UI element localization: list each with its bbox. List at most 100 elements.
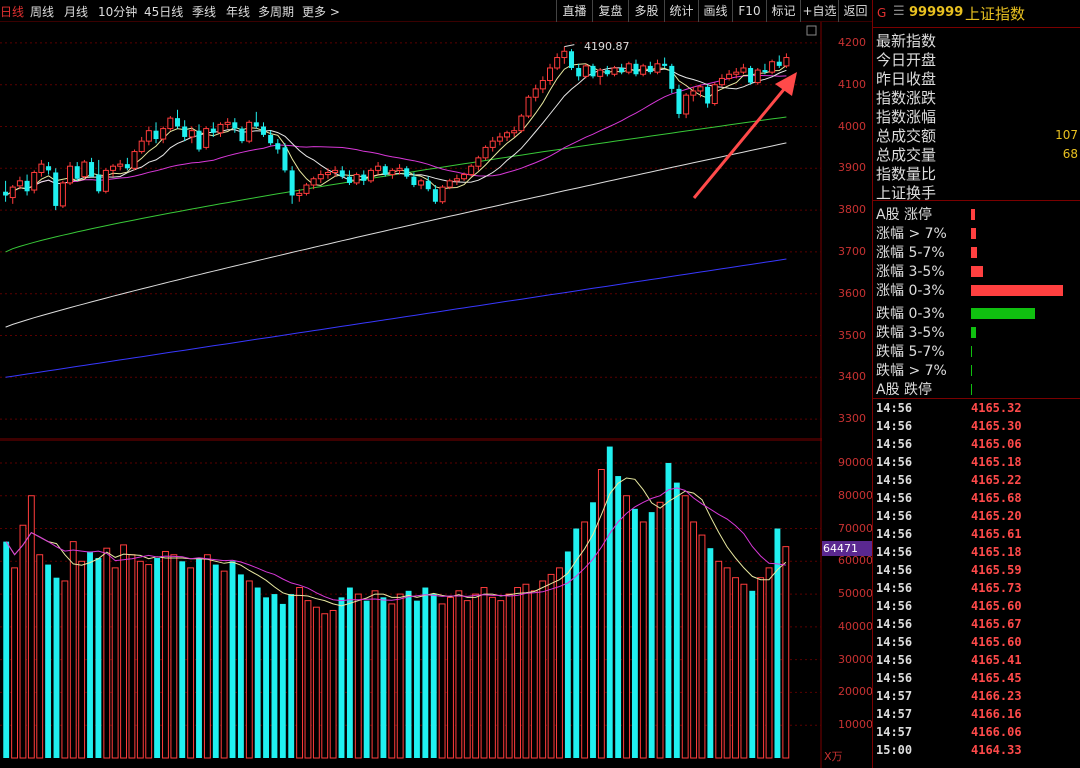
candle-body-down <box>339 170 345 177</box>
candle-body-up <box>769 61 776 73</box>
volume-bar-up <box>145 564 153 759</box>
stat-row: 最新指数 <box>876 30 1080 51</box>
candle-body-down <box>182 126 188 137</box>
volume-tick-label: 30000 <box>838 652 873 666</box>
volume-tick-label: 90000 <box>838 455 873 469</box>
tick-price: 4165.61 <box>971 527 1022 541</box>
price-tick-label: 3300 <box>838 412 866 426</box>
candle-body-up <box>375 165 382 171</box>
volume-bar-down <box>154 558 161 758</box>
tick-price: 4164.33 <box>971 743 1022 757</box>
volume-bar-up <box>388 603 396 759</box>
candle-body-down <box>175 118 181 127</box>
toolbar-button[interactable]: 画线 <box>698 0 732 22</box>
volume-bar-down <box>414 600 420 758</box>
candle-body-up <box>754 69 761 84</box>
toolbar-button[interactable]: 多股 <box>628 0 664 22</box>
candle-body-down <box>289 170 295 196</box>
volume-bar-up <box>782 546 790 759</box>
toolbar-button[interactable]: 标记 <box>766 0 800 22</box>
candle-body-down <box>239 128 245 142</box>
volume-tick-label: 20000 <box>838 685 873 699</box>
candle-body-down <box>662 63 668 66</box>
candlestick-chart[interactable] <box>0 22 822 440</box>
volume-bar-down <box>237 574 244 758</box>
distribution-label: A股 涨停 <box>876 207 933 223</box>
volume-bar-down <box>212 564 219 758</box>
candle-body-up <box>504 132 511 138</box>
symbol-header: G ☰ 999999 上证指数 <box>873 0 1080 28</box>
tick-time: 14:56 <box>876 473 913 487</box>
tick-price: 4165.60 <box>971 599 1022 613</box>
period-tab[interactable]: 周线 <box>30 3 54 20</box>
symbol-code: 999999 <box>909 5 964 20</box>
candle-body-down <box>3 191 9 196</box>
candle-body-down <box>275 143 281 150</box>
candle-body-down <box>619 67 625 73</box>
period-tab[interactable]: 多周期 <box>258 3 294 20</box>
distribution-bar <box>971 346 972 357</box>
candle-body-up <box>640 65 647 75</box>
period-tab[interactable]: 月线 <box>64 3 88 20</box>
tick-price: 4165.67 <box>971 617 1022 631</box>
candle-body-up <box>496 136 503 142</box>
distribution-bar <box>971 384 972 395</box>
volume-bar-up <box>505 593 513 759</box>
candle-body-up <box>582 65 589 77</box>
volume-bar-up <box>220 570 228 759</box>
volume-bar-down <box>87 551 93 758</box>
volume-bar-up <box>698 534 706 759</box>
volume-bar-up <box>111 567 119 759</box>
volume-bar-up <box>36 554 44 759</box>
tick-price: 4165.06 <box>971 437 1022 451</box>
volume-bar-down <box>665 462 672 758</box>
period-tab[interactable]: 更多 > <box>302 3 340 20</box>
candle-body-down <box>669 65 675 89</box>
toolbar-button[interactable]: 返回 <box>838 0 872 22</box>
tick-price: 4165.73 <box>971 581 1022 595</box>
menu-icon[interactable]: ☰ <box>893 4 905 19</box>
volume-bar-down <box>615 476 622 758</box>
candle-body-up <box>203 128 210 148</box>
candle-body-down <box>196 130 202 150</box>
toolbar-button[interactable]: +自选 <box>800 0 838 22</box>
stat-label: 指数涨幅 <box>876 108 937 126</box>
candle-body-up <box>303 184 310 194</box>
candle-body-up <box>81 161 88 178</box>
toolbar-button[interactable]: 统计 <box>664 0 698 22</box>
price-tick-label: 3600 <box>838 286 866 300</box>
candle-body-up <box>733 71 740 75</box>
toolbar-button[interactable]: F10 <box>732 0 766 22</box>
period-tab[interactable]: 年线 <box>226 3 250 20</box>
volume-bar-up <box>690 521 698 759</box>
period-tab[interactable]: 季线 <box>192 3 216 20</box>
toolbar-button[interactable]: 直播 <box>556 0 592 22</box>
stat-label: 最新指数 <box>876 32 937 50</box>
toolbar-button[interactable]: 复盘 <box>592 0 628 22</box>
tick-time: 14:56 <box>876 401 913 415</box>
distribution-bar <box>971 285 1063 296</box>
distribution-bar <box>971 209 975 220</box>
candle-body-up <box>625 63 632 73</box>
period-tab[interactable]: 日线 <box>0 3 24 20</box>
volume-bar-down <box>430 594 437 758</box>
volume-bar-up <box>11 567 19 759</box>
tick-time: 14:56 <box>876 671 913 685</box>
volume-bar-down <box>422 587 429 758</box>
tick-time: 14:56 <box>876 635 913 649</box>
candle-body-down <box>411 176 417 186</box>
volume-bar-up <box>136 560 144 759</box>
symbol-name: 上证指数 <box>965 5 1026 23</box>
volume-chart[interactable] <box>0 440 822 768</box>
right-info-panel: G ☰ 999999 上证指数 最新指数 今日开盘 昨日收盘 指数涨跌 指数涨幅 总成交额… <box>872 0 1080 768</box>
volume-bar-up <box>623 495 630 759</box>
price-tick-label: 3800 <box>838 203 866 217</box>
candle-body-up <box>317 174 324 180</box>
candle-body-up <box>453 178 460 182</box>
period-tab[interactable]: 45日线 <box>144 3 183 20</box>
tick-price: 4165.30 <box>971 419 1022 433</box>
volume-bar-down <box>707 548 714 758</box>
candle-body-up <box>439 186 446 203</box>
distribution-label: 跌幅 3-5% <box>876 325 945 341</box>
period-tab[interactable]: 10分钟 <box>98 3 137 20</box>
